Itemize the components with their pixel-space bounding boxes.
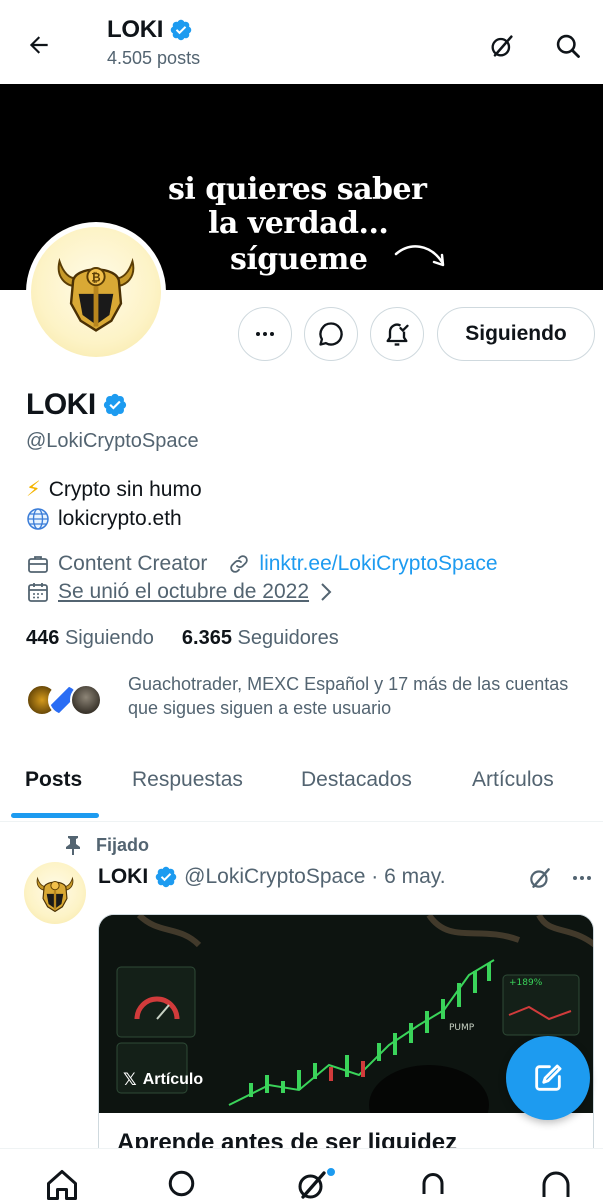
- known-followers-line-2: que sigues siguen a este usuario: [128, 698, 392, 718]
- following-button[interactable]: Siguiendo: [437, 307, 595, 361]
- banner-line-2: la verdad...: [208, 206, 389, 241]
- following-label: Siguiendo: [64, 627, 154, 649]
- article-label-text: Artículo: [142, 1071, 204, 1088]
- bio-text-2: lokicrypto.eth: [58, 507, 182, 530]
- header-name: LOKI: [107, 16, 164, 43]
- grok-icon[interactable]: [484, 28, 520, 64]
- message-button[interactable]: [304, 307, 358, 361]
- verified-badge-icon: [170, 19, 192, 41]
- back-arrow-icon[interactable]: [22, 28, 56, 62]
- profile-meta-row-1: Content Creator linktr.ee/LokiCryptoSpac…: [26, 552, 498, 576]
- profile-name-row: LOKI: [26, 388, 128, 422]
- followers-label: Seguidores: [237, 627, 339, 649]
- svg-text:+189%: +189%: [509, 978, 543, 988]
- known-followers-text: Guachotrader, MEXC Español y 17 más de l…: [128, 672, 568, 720]
- helmet-logo-icon: ₿: [31, 227, 161, 357]
- more-dots-icon: [256, 332, 274, 336]
- followers-count-link[interactable]: 6.365 Seguidores: [182, 627, 339, 650]
- compose-icon: [535, 1064, 562, 1091]
- header-title: LOKI: [107, 16, 200, 44]
- join-date[interactable]: Se unió el octubre de 2022: [58, 580, 309, 604]
- tab-destacados[interactable]: Destacados: [301, 768, 412, 792]
- post-header: LOKI @LokiCryptoSpace · 6 may.: [98, 865, 446, 889]
- bottom-navigation: [0, 1148, 603, 1200]
- profile-website-link[interactable]: linktr.ee/LokiCryptoSpace: [259, 552, 497, 576]
- globe-emoji-icon: [27, 508, 49, 530]
- calendar-icon: [28, 583, 48, 602]
- banner-arrow-icon: [394, 245, 445, 267]
- bio-text-1: Crypto sin humo: [48, 477, 202, 501]
- bio-line-1: ⚡ Crypto sin humo: [26, 477, 202, 502]
- avatar: [70, 684, 102, 716]
- svg-text:₿: ₿: [91, 270, 100, 284]
- profile-category: Content Creator: [58, 552, 208, 575]
- notifications-subscribed-button[interactable]: [370, 307, 424, 361]
- post-handle-date: @LokiCryptoSpace · 6 may.: [184, 865, 446, 888]
- home-icon[interactable]: [42, 1167, 82, 1200]
- post-author-name[interactable]: LOKI: [98, 865, 148, 889]
- banner-line-3: sígueme: [230, 242, 368, 277]
- following-count: 446: [26, 627, 60, 649]
- notifications-icon[interactable]: [413, 1167, 453, 1200]
- chevron-right-icon: [321, 583, 332, 601]
- post-author-avatar[interactable]: [24, 862, 86, 924]
- more-options-button[interactable]: [238, 307, 292, 361]
- messages-icon[interactable]: [536, 1167, 576, 1200]
- profile-meta-row-2[interactable]: Se unió el octubre de 2022: [26, 580, 335, 604]
- active-tab-indicator: [11, 813, 99, 818]
- profile-tabs: Posts Respuestas Destacados Artículos: [0, 752, 603, 822]
- chat-bubble-icon: [319, 322, 343, 346]
- banner-line-1: si quieres saber: [168, 172, 427, 207]
- helmet-logo-icon: [36, 876, 74, 913]
- known-followers-avatars: [26, 680, 102, 720]
- verified-badge-icon: [155, 866, 177, 888]
- tab-posts[interactable]: Posts: [25, 768, 82, 792]
- notification-dot: [326, 1167, 336, 1177]
- tab-articulos[interactable]: Artículos: [472, 768, 554, 792]
- search-icon[interactable]: [163, 1167, 203, 1200]
- article-label: 𝕏 Artículo: [123, 1070, 203, 1090]
- followers-count: 6.365: [181, 627, 232, 649]
- post-more-icon[interactable]: [566, 862, 598, 894]
- tab-respuestas[interactable]: Respuestas: [132, 768, 243, 792]
- grok-icon[interactable]: [524, 862, 556, 894]
- lightning-emoji-icon: ⚡: [26, 478, 41, 501]
- profile-handle: @LokiCryptoSpace: [26, 430, 199, 452]
- link-icon: [230, 555, 249, 573]
- profile-avatar[interactable]: ₿: [26, 222, 166, 362]
- pin-icon: [66, 836, 80, 855]
- known-followers[interactable]: Guachotrader, MEXC Español y 17 más de l…: [26, 672, 586, 720]
- compose-post-button[interactable]: [506, 1036, 590, 1120]
- bell-check-icon: [386, 323, 409, 346]
- profile-name: LOKI: [26, 388, 96, 421]
- follow-counts: 446 Siguiendo 6.365 Seguidores: [26, 627, 339, 650]
- pinned-indicator: Fijado: [64, 834, 149, 856]
- header-title-group: LOKI 4.505 posts: [107, 16, 200, 69]
- bio-line-2: lokicrypto.eth: [26, 507, 182, 531]
- top-bar: LOKI 4.505 posts: [0, 0, 603, 84]
- briefcase-icon: [28, 556, 48, 573]
- posts-count: 4.505 posts: [107, 48, 201, 68]
- search-icon[interactable]: [550, 28, 586, 64]
- known-followers-line-1: Guachotrader, MEXC Español y 17 más de l…: [128, 674, 569, 694]
- pinned-label: Fijado: [96, 834, 149, 855]
- x-logo-icon: 𝕏: [123, 1070, 137, 1090]
- following-count-link[interactable]: 446 Siguiendo: [26, 627, 154, 650]
- verified-badge-icon: [103, 393, 126, 417]
- svg-text:PUMP: PUMP: [449, 1023, 475, 1033]
